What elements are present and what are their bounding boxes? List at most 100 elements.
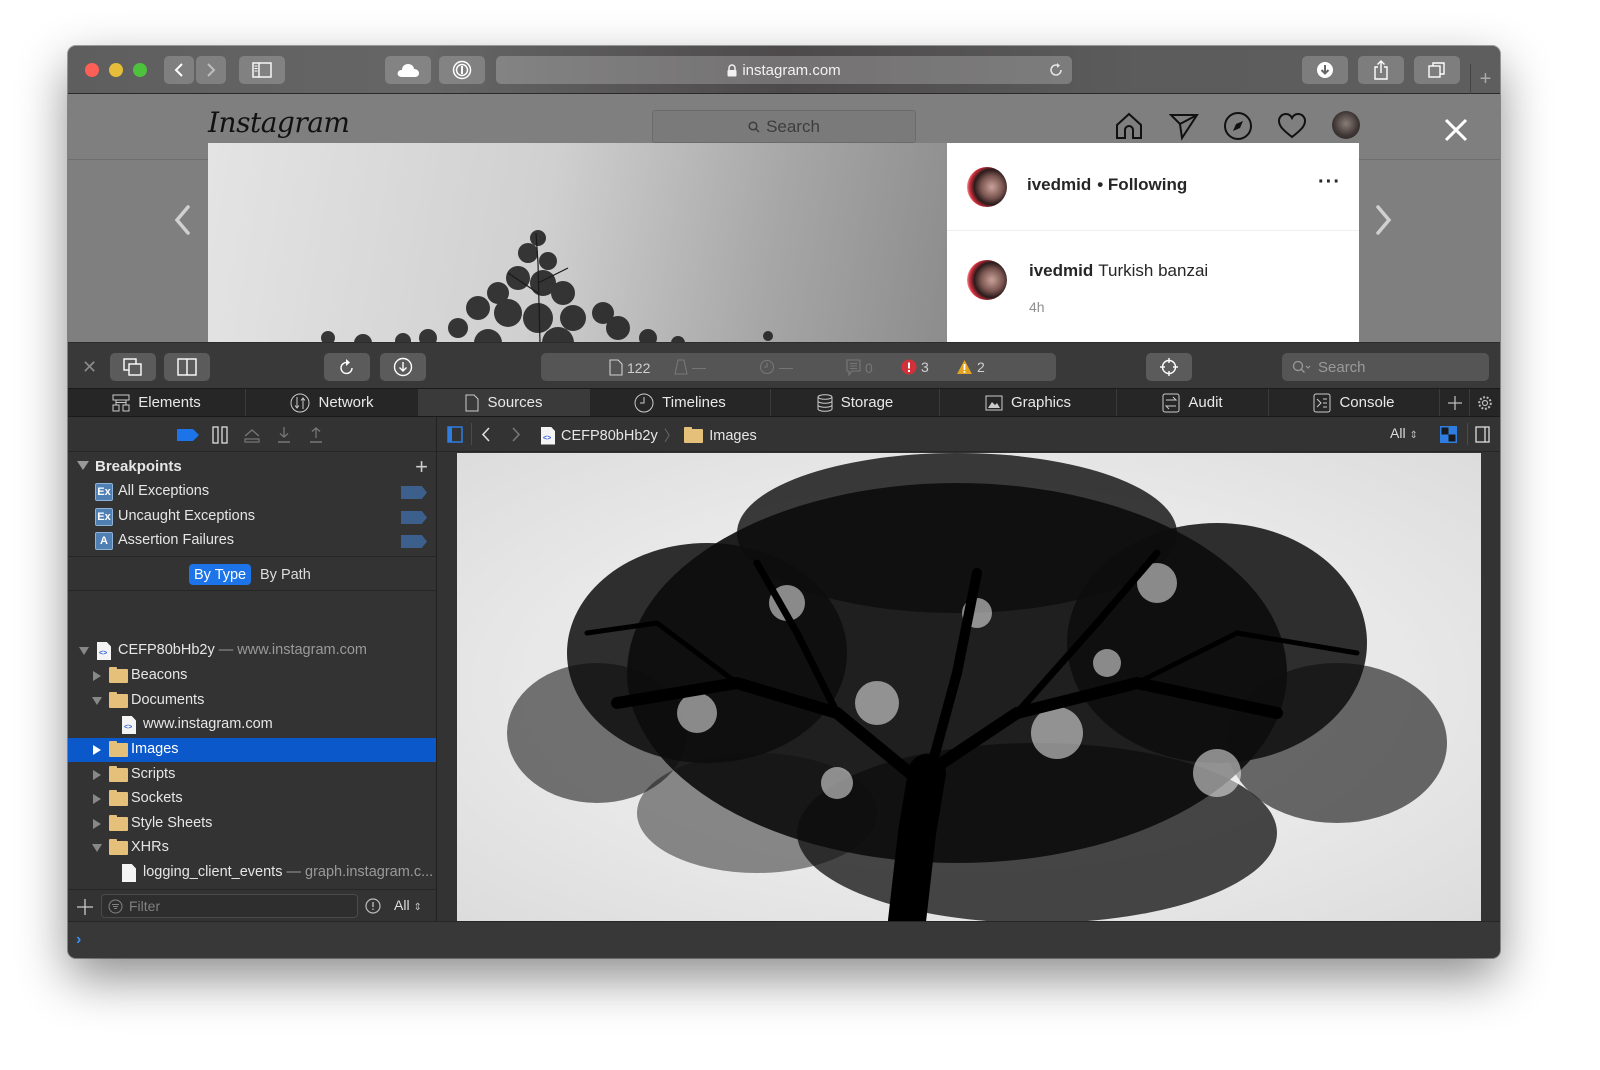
tab-console[interactable]: Console bbox=[1269, 389, 1440, 416]
explore-compass-icon[interactable] bbox=[1223, 111, 1253, 141]
tab-elements[interactable]: Elements bbox=[68, 389, 246, 416]
error-count[interactable]: 3 bbox=[901, 359, 929, 375]
tree-folder-style-sheets[interactable]: Style Sheets bbox=[68, 812, 436, 836]
disclosure-triangle-icon[interactable] bbox=[93, 745, 101, 755]
breakpoint-flag-icon[interactable] bbox=[401, 486, 427, 499]
share-button[interactable] bbox=[1358, 56, 1404, 84]
tab-overview-button[interactable] bbox=[1414, 56, 1460, 84]
direct-message-icon[interactable] bbox=[1169, 111, 1199, 141]
breakpoint-row[interactable]: Ex All Exceptions bbox=[68, 480, 436, 504]
zoom-window-button[interactable] bbox=[133, 63, 147, 77]
tree-item-xhr[interactable]: logging_client_events — graph.instagram.… bbox=[68, 861, 436, 885]
issues-filter-icon[interactable] bbox=[365, 898, 381, 914]
instagram-logo[interactable]: Instagram bbox=[208, 106, 350, 139]
close-icon[interactable] bbox=[1444, 118, 1468, 142]
profile-avatar[interactable] bbox=[1332, 111, 1360, 139]
reload-page-button[interactable] bbox=[324, 353, 370, 381]
tab-audit[interactable]: Audit bbox=[1117, 389, 1269, 416]
breakpoint-row[interactable]: Ex Uncaught Exceptions bbox=[68, 505, 436, 529]
tree-folder-scripts[interactable]: Scripts bbox=[68, 763, 436, 787]
minimize-window-button[interactable] bbox=[109, 63, 123, 77]
new-tab-button[interactable]: + bbox=[1470, 64, 1500, 94]
console-prompt-bar[interactable]: › bbox=[68, 921, 1500, 958]
resource-count[interactable]: 122 bbox=[609, 359, 650, 376]
close-window-button[interactable] bbox=[85, 63, 99, 77]
step-out-icon[interactable] bbox=[309, 426, 323, 444]
breakpoint-row[interactable]: A Assertion Failures bbox=[68, 529, 436, 553]
breakpoint-flag-icon[interactable] bbox=[401, 511, 427, 524]
image-type-select[interactable]: All ⇕ bbox=[1390, 425, 1418, 441]
author-username[interactable]: ivedmid bbox=[1027, 175, 1091, 194]
icloud-tabs-button[interactable] bbox=[385, 56, 431, 84]
following-status[interactable]: • Following bbox=[1097, 175, 1187, 194]
plus-icon[interactable] bbox=[77, 899, 93, 915]
by-type-button[interactable]: By Type bbox=[189, 564, 252, 585]
previous-post-icon[interactable] bbox=[172, 204, 192, 236]
resource-size[interactable]: — bbox=[674, 359, 706, 375]
more-options-button[interactable]: ··· bbox=[1318, 171, 1341, 194]
heart-icon[interactable] bbox=[1277, 111, 1307, 141]
disclosure-triangle-icon[interactable] bbox=[92, 844, 102, 852]
caption-avatar[interactable] bbox=[967, 260, 1007, 300]
author-avatar[interactable] bbox=[967, 167, 1007, 207]
tree-item-document[interactable]: <> www.instagram.com bbox=[68, 713, 436, 737]
resource-scope-select[interactable]: All ⇕ bbox=[394, 897, 422, 913]
nav-back-icon[interactable] bbox=[481, 427, 491, 442]
tab-network[interactable]: Network bbox=[246, 389, 419, 416]
tree-folder-images[interactable]: Images bbox=[68, 738, 436, 762]
tree-folder-sockets[interactable]: Sockets bbox=[68, 787, 436, 811]
add-tab-button[interactable] bbox=[1440, 389, 1470, 416]
element-picker-button[interactable] bbox=[1146, 353, 1192, 381]
step-over-icon[interactable] bbox=[243, 426, 261, 444]
forward-button[interactable] bbox=[196, 56, 226, 84]
caption-username[interactable]: ivedmid bbox=[1029, 261, 1093, 280]
disclosure-triangle-icon[interactable] bbox=[77, 461, 89, 470]
tab-storage[interactable]: Storage bbox=[771, 389, 940, 416]
tree-root[interactable]: <> CEFP80bHb2y — www.instagram.com bbox=[68, 639, 436, 663]
disclosure-triangle-icon[interactable] bbox=[93, 794, 101, 804]
pause-icon[interactable] bbox=[212, 426, 228, 444]
toggle-navigation-sidebar-icon[interactable] bbox=[447, 426, 463, 443]
tree-folder-documents[interactable]: Documents bbox=[68, 689, 436, 713]
inspector-settings-button[interactable] bbox=[1470, 389, 1500, 416]
tab-graphics[interactable]: Graphics bbox=[940, 389, 1117, 416]
breakpoint-flag-icon[interactable] bbox=[401, 535, 427, 548]
breakpoints-section-header[interactable]: Breakpoints + bbox=[68, 452, 436, 480]
warning-count[interactable]: 2 bbox=[956, 359, 985, 375]
breakpoints-toggle-icon[interactable] bbox=[177, 429, 199, 441]
download-archive-button[interactable] bbox=[380, 353, 426, 381]
log-count[interactable]: 0 bbox=[846, 359, 873, 376]
tab-sources[interactable]: Sources bbox=[419, 389, 590, 416]
add-breakpoint-button[interactable]: + bbox=[415, 454, 428, 480]
downloads-button[interactable] bbox=[1302, 56, 1348, 84]
disclosure-triangle-icon[interactable] bbox=[93, 819, 101, 829]
transparency-grid-icon[interactable] bbox=[1440, 426, 1457, 443]
reload-icon[interactable] bbox=[1048, 62, 1064, 78]
disclosure-triangle-icon[interactable] bbox=[93, 671, 101, 681]
load-time[interactable]: — bbox=[759, 359, 793, 375]
password-manager-button[interactable] bbox=[439, 56, 485, 84]
sidebar-toggle-button[interactable] bbox=[239, 56, 285, 84]
back-button[interactable] bbox=[164, 56, 194, 84]
disclosure-triangle-icon[interactable] bbox=[79, 647, 89, 655]
toggle-details-sidebar-icon[interactable] bbox=[1475, 426, 1490, 443]
breadcrumb-item[interactable]: Images bbox=[709, 428, 757, 444]
inspector-search-input[interactable]: Search bbox=[1282, 353, 1489, 381]
home-icon[interactable] bbox=[1114, 111, 1144, 141]
close-inspector-button[interactable]: ✕ bbox=[82, 357, 97, 378]
instagram-search-input[interactable]: Search bbox=[652, 110, 916, 143]
tree-folder-beacons[interactable]: Beacons bbox=[68, 664, 436, 688]
tab-timelines[interactable]: Timelines bbox=[590, 389, 771, 416]
step-into-icon[interactable] bbox=[277, 426, 291, 444]
address-bar[interactable]: instagram.com bbox=[496, 56, 1072, 84]
disclosure-triangle-icon[interactable] bbox=[93, 770, 101, 780]
nav-forward-icon[interactable] bbox=[511, 427, 521, 442]
post-photo[interactable] bbox=[208, 143, 947, 342]
filter-input[interactable]: Filter bbox=[101, 894, 358, 918]
dock-side-button[interactable] bbox=[164, 353, 210, 381]
by-path-button[interactable]: By Path bbox=[255, 564, 316, 585]
tree-folder-xhrs[interactable]: XHRs bbox=[68, 836, 436, 860]
breadcrumb-item[interactable]: CEFP80bHb2y bbox=[561, 428, 658, 444]
detach-inspector-button[interactable] bbox=[110, 353, 156, 381]
disclosure-triangle-icon[interactable] bbox=[92, 697, 102, 705]
